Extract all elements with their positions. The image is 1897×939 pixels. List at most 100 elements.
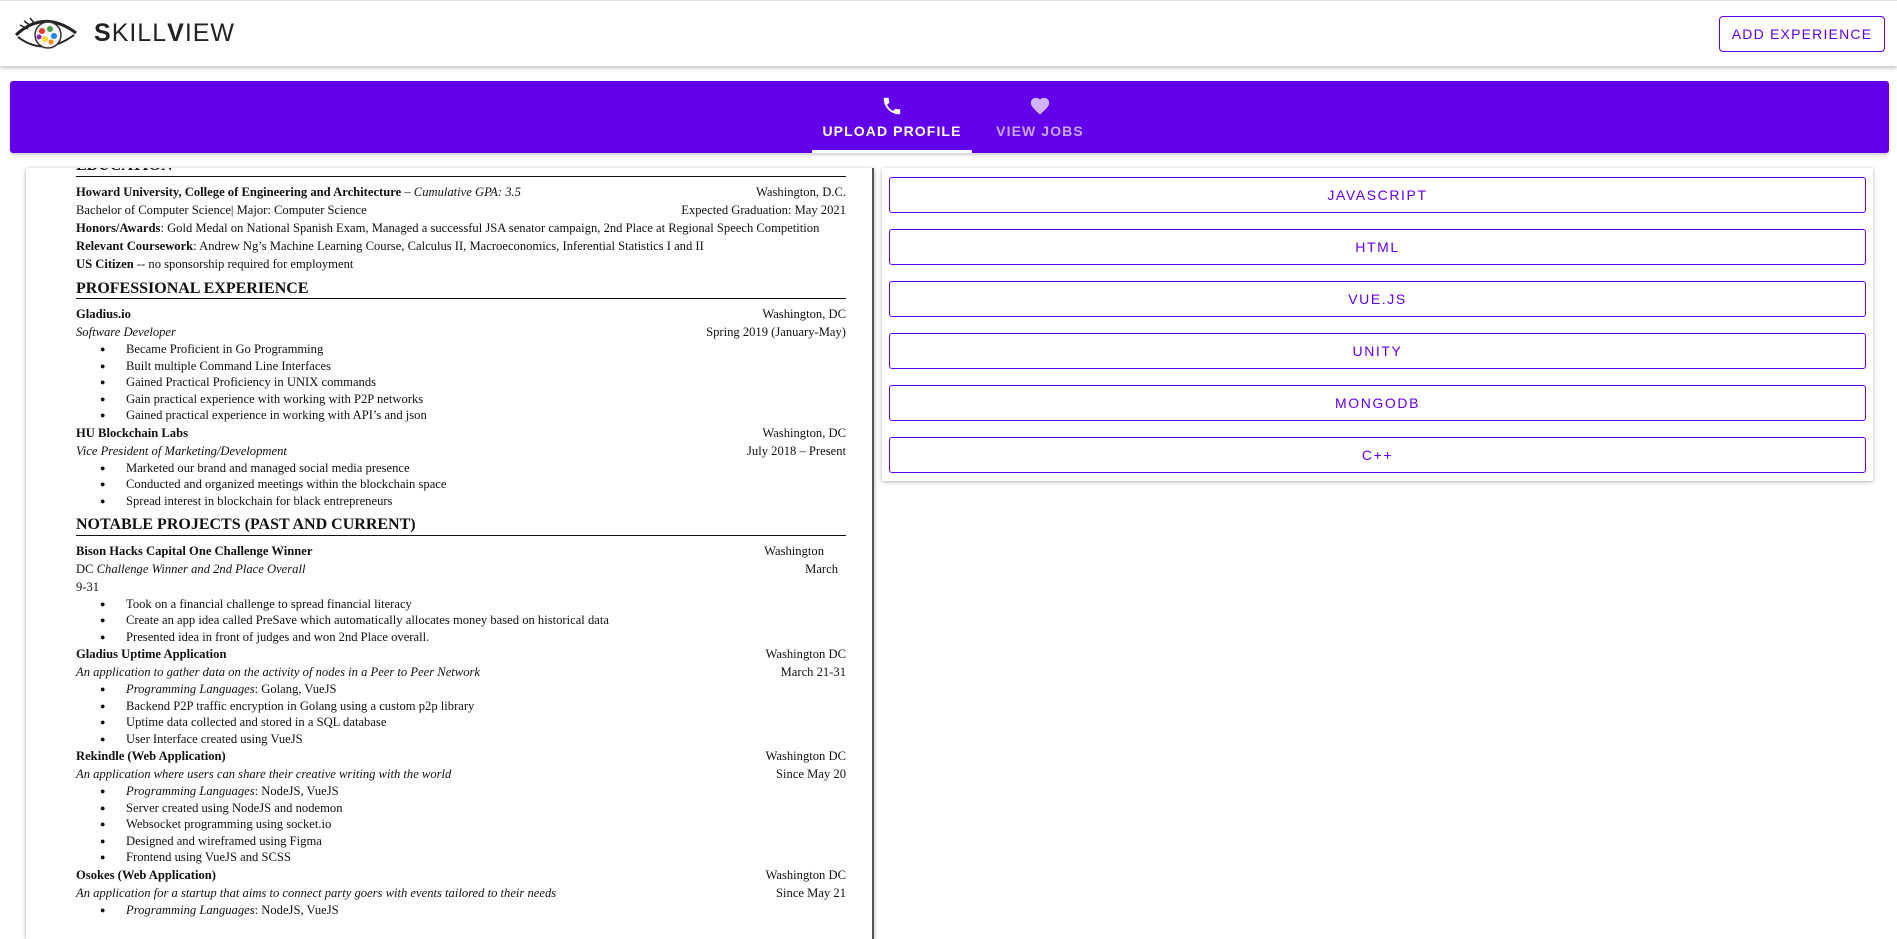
project-desc: An application for a startup that aims t… [76,885,557,900]
brand-iew: IEW [184,19,236,47]
languages-label: Programming Languages [126,784,255,798]
job-row: Software Developer Spring 2019 (January-… [76,323,846,341]
languages-value: : NodeJS, VueJS [254,784,339,798]
list-item: Server created using NodeJS and nodemon [100,800,846,817]
languages-value: : NodeJS, VueJS [254,902,339,917]
project-desc: Challenge Winner and 2nd Place Overall [96,561,306,576]
skill-button-cpp[interactable]: C++ [889,437,1866,473]
project-location: Washington DC [765,867,847,882]
coursework-label: Relevant Coursework [76,238,194,253]
project-bullets: Programming Languages: Golang, VueJS Bac… [100,681,846,747]
project-row: Rekindle (Web Application) Washington DC [76,747,846,765]
list-item: Designed and wireframed using Figma [100,833,846,850]
job-bullets: Became Proficient in Go Programming Buil… [100,341,846,424]
phone-icon [883,97,901,115]
list-item: Websocket programming using socket.io [100,816,846,833]
project-bullets: Programming Languages: NodeJS, VueJS Ser… [100,783,846,866]
coursework-text: : Andrew Ng’s Machine Learning Course, C… [193,238,704,253]
job-row: Gladius.io Washington, DC [76,305,846,323]
tab-view-jobs[interactable]: VIEW JOBS [980,81,1100,153]
project-location: Washington [764,543,824,558]
project-date: March 21-31 [780,665,846,679]
skill-button-html[interactable]: HTML [889,229,1866,265]
list-item: Became Proficient in Go Programming [100,341,846,358]
brand-s: S [94,19,112,47]
languages-value: : Golang, VueJS [254,682,337,696]
degree-row: Bachelor of Computer Science| Major: Com… [76,201,846,219]
brand-title: SKILLVIEW [94,19,235,48]
project-bullets: Took on a financial challenge to spread … [100,596,846,646]
list-item: Took on a financial challenge to spread … [100,596,846,613]
citizenship-text: -- no sponsorship required for employmen… [133,256,354,271]
brand-kill: KILL [111,19,168,47]
honors-label: Honors/Awards [76,220,161,235]
skills-panel: JAVASCRIPT HTML VUE.JS UNITY MONGODB C++ [882,168,1873,481]
job-date: Spring 2019 (January-May) [706,325,846,339]
project-date: Since May 20 [776,767,846,781]
experience-heading: PROFESSIONAL EXPERIENCE [76,280,846,299]
job-date: July 2018 – Present [747,443,846,458]
job-row: Vice President of Marketing/Development … [76,442,846,460]
skill-button-mongodb[interactable]: MONGODB [889,385,1866,421]
active-tab-indicator [812,150,972,153]
project-location: Washington DC [765,647,847,661]
tab-upload-profile-label: UPLOAD PROFILE [822,123,962,139]
project-desc: An application to gather data on the act… [76,665,480,679]
list-item: Built multiple Command Line Interfaces [100,358,846,375]
citizenship-label: US Citizen [76,256,134,271]
project-location: Washington DC [765,749,847,763]
citizenship: US Citizen -- no sponsorship required fo… [76,255,846,273]
list-item: Presented idea in front of judges and wo… [100,629,846,646]
list-item: Programming Languages: Golang, VueJS [100,681,846,698]
school-location: Washington, D.C. [756,184,846,199]
list-item: Conducted and organized meetings within … [100,476,846,493]
education-heading: EDUCATION [76,168,846,177]
list-item: Backend P2P traffic encryption in Golang… [100,698,846,715]
job-title: Software Developer [76,325,176,339]
skill-button-unity[interactable]: UNITY [889,333,1866,369]
degree: Bachelor of Computer Science| Major: Com… [76,202,367,217]
tab-upload-profile[interactable]: UPLOAD PROFILE [812,81,972,153]
coursework: Relevant Coursework: Andrew Ng’s Machine… [76,237,846,255]
eye-logo-icon[interactable] [14,13,78,55]
project-row: Gladius Uptime Application Washington DC [76,645,846,663]
job-company: HU Blockchain Labs [76,425,188,440]
list-item: Marketed our brand and managed social me… [100,460,846,477]
resume-preview[interactable]: EDUCATION Howard University, College of … [26,168,874,939]
project-location-cont: DC [76,561,97,576]
school-name: Howard University, College of Engineerin… [76,184,402,199]
list-item: Spread interest in blockchain for black … [100,493,846,510]
list-item: Programming Languages: NodeJS, VueJS [100,902,846,919]
project-name: Osokes (Web Application) [76,867,216,882]
heart-icon [1030,97,1050,115]
job-company: Gladius.io [76,307,131,321]
project-name: Rekindle (Web Application) [76,749,226,763]
project-bullets: Programming Languages: NodeJS, VueJS [100,902,846,919]
job-bullets: Marketed our brand and managed social me… [100,460,846,510]
skill-button-vuejs[interactable]: VUE.JS [889,281,1866,317]
project-row: Bison Hacks Capital One Challenge Winner… [76,542,846,560]
project-name: Gladius Uptime Application [76,647,227,661]
list-item: Gained practical experience in working w… [100,407,846,424]
job-title: Vice President of Marketing/Development [76,443,287,458]
list-item: Gained Practical Proficiency in UNIX com… [100,374,846,391]
list-item: Uptime data collected and stored in a SQ… [100,714,846,731]
honors: Honors/Awards: Gold Medal on National Sp… [76,219,846,237]
list-item: Programming Languages: NodeJS, VueJS [100,783,846,800]
add-experience-button[interactable]: ADD EXPERIENCE [1719,16,1885,52]
project-row: An application for a startup that aims t… [76,884,846,902]
list-item: Frontend using VueJS and SCSS [100,849,846,866]
job-row: HU Blockchain Labs Washington, DC [76,424,846,442]
honors-text: : Gold Medal on National Spanish Exam, M… [160,220,820,235]
project-date: March [805,561,838,576]
tab-bar: UPLOAD PROFILE VIEW JOBS [10,81,1889,153]
project-row: DC Challenge Winner and 2nd Place Overal… [76,560,846,578]
education-row: Howard University, College of Engineerin… [76,183,846,201]
languages-label: Programming Languages [126,902,255,917]
skill-button-javascript[interactable]: JAVASCRIPT [889,177,1866,213]
job-location: Washington, DC [762,307,846,321]
project-desc: An application where users can share the… [76,767,452,781]
project-row: An application to gather data on the act… [76,663,846,681]
brand-v: V [167,19,185,47]
project-row: An application where users can share the… [76,765,846,783]
